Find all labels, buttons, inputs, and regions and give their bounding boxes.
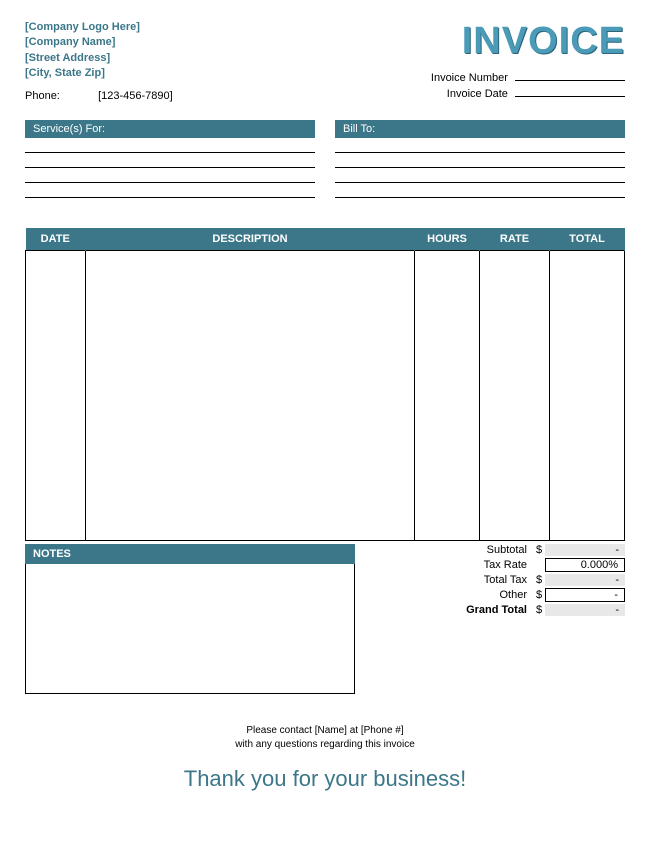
notes-body[interactable] — [25, 564, 355, 694]
cell-date[interactable] — [26, 250, 86, 540]
services-line[interactable] — [25, 183, 315, 198]
invoice-date-field[interactable] — [515, 96, 625, 97]
currency-symbol: $ — [533, 604, 545, 616]
company-citystate-placeholder: [City, State Zip] — [25, 66, 140, 81]
cell-rate[interactable] — [480, 250, 550, 540]
currency-symbol: $ — [533, 589, 545, 601]
subtotal-value: - — [545, 544, 625, 556]
services-for-block: Service(s) For: — [25, 120, 315, 198]
thank-you-message: Thank you for your business! — [25, 766, 625, 792]
company-logo-placeholder: [Company Logo Here] — [25, 20, 140, 35]
table-row[interactable] — [26, 250, 625, 540]
subtotal-label: Subtotal — [375, 544, 533, 556]
totals-block: Subtotal $ - Tax Rate 0.000% Total Tax $… — [375, 544, 625, 694]
services-line[interactable] — [25, 168, 315, 183]
col-hours-header: HOURS — [415, 228, 480, 251]
other-label: Other — [375, 589, 533, 601]
billto-line[interactable] — [335, 168, 625, 183]
services-line[interactable] — [25, 153, 315, 168]
bill-to-header: Bill To: — [335, 120, 625, 138]
invoice-date-label: Invoice Date — [447, 88, 508, 100]
totaltax-value: - — [545, 574, 625, 586]
phone-label: Phone: — [25, 90, 95, 102]
cell-total[interactable] — [550, 250, 625, 540]
line-items-table: DATE DESCRIPTION HOURS RATE TOTAL — [25, 228, 625, 541]
billto-line[interactable] — [335, 138, 625, 153]
footer-line1: Please contact [Name] at [Phone #] — [25, 724, 625, 738]
currency-symbol: $ — [533, 544, 545, 556]
cell-description[interactable] — [86, 250, 415, 540]
footer-contact: Please contact [Name] at [Phone #] with … — [25, 724, 625, 752]
currency-symbol: $ — [533, 574, 545, 586]
notes-header: NOTES — [25, 544, 355, 564]
other-value[interactable]: - — [545, 588, 625, 602]
invoice-number-field[interactable] — [515, 80, 625, 81]
col-date-header: DATE — [26, 228, 86, 251]
totaltax-label: Total Tax — [375, 574, 533, 586]
company-info-block: [Company Logo Here] [Company Name] [Stre… — [25, 20, 140, 82]
cell-hours[interactable] — [415, 250, 480, 540]
grandtotal-value: - — [545, 604, 625, 616]
billto-line[interactable] — [335, 183, 625, 198]
taxrate-label: Tax Rate — [375, 559, 533, 571]
col-rate-header: RATE — [480, 228, 550, 251]
invoice-number-label: Invoice Number — [431, 72, 508, 84]
col-total-header: TOTAL — [550, 228, 625, 251]
grandtotal-label: Grand Total — [375, 604, 533, 616]
footer-line2: with any questions regarding this invoic… — [25, 738, 625, 752]
bill-to-block: Bill To: — [335, 120, 625, 198]
taxrate-value[interactable]: 0.000% — [545, 558, 625, 572]
billto-line[interactable] — [335, 153, 625, 168]
col-description-header: DESCRIPTION — [86, 228, 415, 251]
notes-block: NOTES — [25, 544, 355, 694]
services-for-header: Service(s) For: — [25, 120, 315, 138]
phone-value: [123-456-7890] — [98, 90, 173, 102]
services-line[interactable] — [25, 138, 315, 153]
company-street-placeholder: [Street Address] — [25, 51, 140, 66]
company-name-placeholder: [Company Name] — [25, 35, 140, 50]
